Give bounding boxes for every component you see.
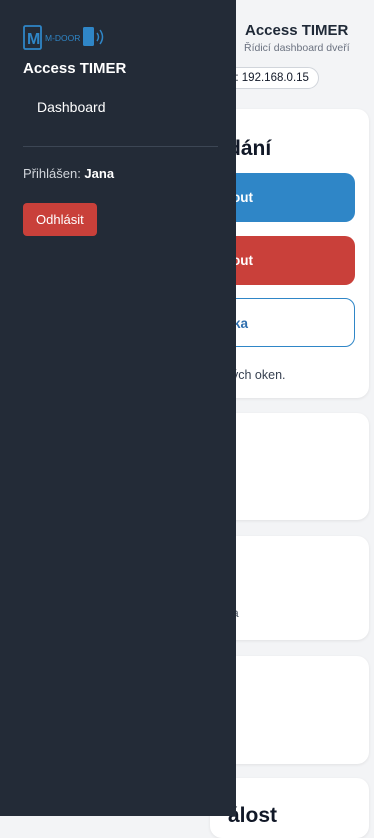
logged-in-label: Přihlášen: Jana (23, 166, 114, 181)
logged-in-user: Jana (84, 166, 115, 181)
logo-letter: M (27, 31, 40, 48)
m-door-logo-icon[interactable]: M M-DOOR (23, 25, 115, 51)
drawer-backdrop[interactable] (236, 0, 374, 816)
sidebar-divider (23, 146, 218, 147)
sidebar-drawer: M M-DOOR Access TIMER Dashboard Přihláše… (0, 0, 236, 816)
logged-in-prefix: Přihlášen: (23, 166, 85, 181)
logo-text: M-DOOR (45, 33, 80, 43)
sidebar-app-title: Access TIMER (23, 60, 127, 77)
sidebar-item-dashboard[interactable]: Dashboard (37, 99, 106, 115)
logout-button[interactable]: Odhlásit (23, 203, 97, 236)
